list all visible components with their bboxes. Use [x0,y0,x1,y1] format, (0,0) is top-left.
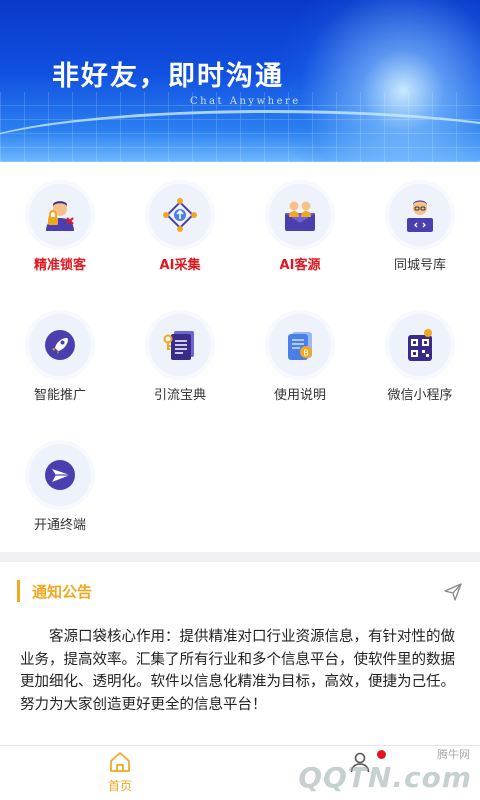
user-lock-icon [29,184,91,246]
customer-group-icon [269,184,331,246]
notice-body: 客源口袋核心作用：提供精准对口行业资源信息，有针对性的做业务，提高效率。汇集了所… [20,629,455,713]
feature-tile-precise-lock[interactable]: 精准锁客 [0,162,120,273]
feature-label: 引流宝典 [153,388,206,403]
feature-label: 微信小程序 [387,388,453,403]
send-icon[interactable] [443,582,463,602]
feature-label: 精准锁客 [33,258,86,273]
feature-label: 同城号库 [393,258,446,273]
feature-tile-ai-customers[interactable]: AI客源 [240,162,360,273]
home-icon [110,752,130,772]
feature-tile-wechat-miniprogram[interactable]: 微信小程序 [360,292,480,403]
feature-grid: 精准锁客 AI采集 AI客源 同城号库 智能推广 引流宝典 B 使用说明 微信小… [0,162,480,552]
feature-label: AI客源 [279,258,321,273]
programmer-icon [389,184,451,246]
section-divider [0,552,480,562]
tab-home-label: 首页 [107,779,132,793]
rocket-icon [29,314,91,376]
feature-label: AI采集 [159,258,201,273]
feature-tile-user-manual[interactable]: B 使用说明 [240,292,360,403]
svg-text:B: B [303,349,309,358]
collect-nodes-icon [149,184,211,246]
feature-label: 使用说明 [273,388,326,403]
watermark-logo: 腾牛网 QQTN.com [282,746,472,794]
terminal-send-icon [29,444,91,506]
feature-label: 智能推广 [33,388,86,403]
notice-title: 通知公告 [32,583,93,601]
feature-label: 开通终端 [33,518,86,533]
notice-accent-bar [17,580,20,602]
feature-tile-open-terminal[interactable]: 开通终端 [0,422,120,533]
watermark-big-text: QQTN.com [298,761,472,794]
feature-tile-ai-collect[interactable]: AI采集 [120,162,240,273]
notice-section: 通知公告 客源口袋核心作用：提供精准对口行业资源信息，有针对性的做业务，提高效率… [0,562,480,745]
feature-tile-city-accounts[interactable]: 同城号库 [360,162,480,273]
banner-subtitle: Chat Anywhere [190,96,301,107]
banner-title: 非好友，即时沟通 [52,61,284,92]
tab-home[interactable]: 首页 [60,750,180,800]
document-key-icon [149,314,211,376]
manual-book-icon: B [269,314,331,376]
hero-banner[interactable]: 非好友，即时沟通 Chat Anywhere [0,0,480,162]
watermark-small-text: 腾牛网 [437,748,470,761]
qrcode-icon [389,314,451,376]
feature-tile-traffic-guide[interactable]: 引流宝典 [120,292,240,403]
feature-tile-smart-promotion[interactable]: 智能推广 [0,292,120,403]
